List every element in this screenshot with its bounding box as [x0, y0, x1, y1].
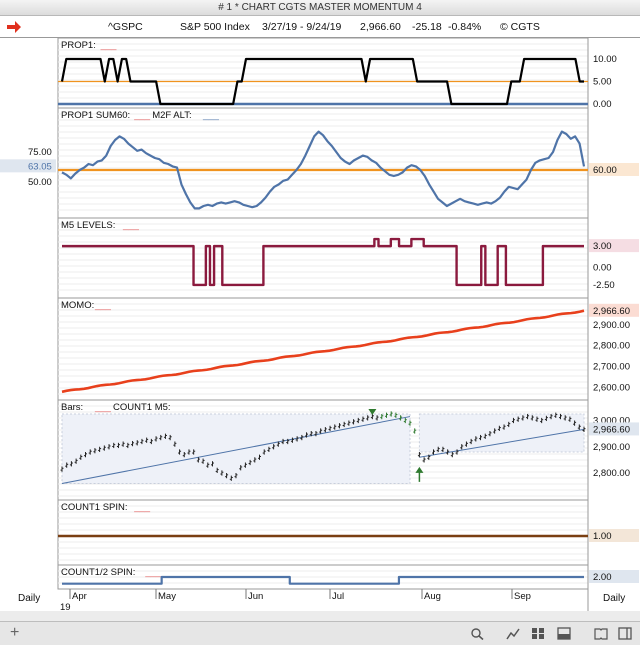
line-chart-icon[interactable] [506, 627, 520, 640]
percent-change: -0.84% [448, 21, 482, 33]
sum60-left-tick: 50.00 [28, 177, 52, 188]
symbol-info-bar: ^GSPC S&P 500 Index 3/27/19 - 9/24/19 2,… [0, 16, 640, 38]
panel-4-frame [57, 297, 589, 401]
window-title: # 1 * CHART CGTS MASTER MOMENTUM 4 [0, 0, 640, 16]
month-label-aug: Aug [424, 591, 441, 602]
axis-tick-label: 2,600.00 [593, 383, 630, 394]
axis-tick-label: 2,700.00 [593, 362, 630, 373]
momo-value-label: 2,966.60 [593, 306, 630, 317]
panel-2-swatch: ___ [133, 110, 151, 121]
red-arrow-icon[interactable] [6, 20, 22, 34]
count12-spin-value: 2.00 [593, 572, 612, 583]
count-region-2 [418, 413, 585, 453]
symbol: ^GSPC [108, 21, 143, 33]
month-label-jun: Jun [248, 591, 263, 602]
panel-6-swatch: ___ [133, 502, 151, 513]
panel-2-title2: M2F ALT: [152, 110, 191, 121]
period-left[interactable]: Daily [18, 593, 40, 604]
panel-5-title2: COUNT1 M5: [113, 402, 171, 413]
bars-value-label: 2,966.60 [593, 424, 630, 435]
axis-tick-label: 0.00 [593, 262, 612, 273]
plus-icon[interactable]: + [10, 624, 19, 642]
panel-2-frame [57, 107, 589, 219]
panel-6-title: COUNT1 SPIN: [61, 502, 128, 513]
year-label: 19 [60, 602, 71, 611]
sum60-value-label: 63.05 [28, 161, 52, 172]
month-label-sep: Sep [514, 591, 531, 602]
chart-area[interactable]: PROP1: ___ 10.00 5.00 0.00 PROP1 SUM60: ___ M2F… [0, 38, 640, 611]
period-right[interactable]: Daily [603, 593, 625, 604]
panel-2-swatch2: ___ [202, 110, 220, 121]
panel-7-swatch: ___ [144, 567, 162, 578]
axis-tick-label: 5.00 [593, 77, 612, 88]
panel-2-title: PROP1 SUM60: [61, 110, 130, 121]
panel-icon[interactable] [557, 627, 571, 640]
month-label-jul: Jul [332, 591, 344, 602]
symbol-name: S&P 500 Index [180, 21, 250, 33]
panel-5-title: Bars: [61, 402, 83, 413]
panel-4-title: MOMO: [61, 300, 94, 311]
last-price: 2,966.60 [360, 21, 401, 33]
chart-panels[interactable]: PROP1: ___10.005.000.00PROP1 SUM60: ___ M2F… [0, 38, 640, 611]
axis-tick-label: 0.00 [593, 99, 612, 110]
date-range: 3/27/19 - 9/24/19 [262, 21, 342, 33]
sum60-ref-label: 60.00 [593, 165, 617, 176]
month-label-apr: Apr [72, 591, 87, 602]
axis-tick-label: 2,800.00 [593, 341, 630, 352]
axis-tick-label: 2,900.00 [593, 320, 630, 331]
copyright: © CGTS [500, 21, 540, 33]
axis-tick-label: -2.50 [593, 280, 615, 291]
axis-tick-label: 10.00 [593, 54, 617, 65]
panel-5-swatch: ___ [94, 402, 112, 413]
m5-value-label: 3.00 [593, 241, 612, 252]
grid-icon[interactable] [531, 627, 545, 640]
panel-4-swatch: ___ [94, 300, 112, 311]
panel-7-title: COUNT1/2 SPIN: [61, 567, 135, 578]
book-icon[interactable] [594, 627, 608, 640]
panel-1-title: PROP1: [61, 40, 96, 51]
month-label-may: May [158, 591, 176, 602]
search-icon[interactable] [470, 627, 484, 640]
panel-1-swatch: ___ [100, 40, 118, 51]
panel-3-title: M5 LEVELS: [61, 220, 115, 231]
panel-3-swatch: ___ [122, 220, 140, 231]
axis-tick-label: 2,900.00 [593, 442, 630, 453]
price-change: -25.18 [412, 21, 442, 33]
sum60-left-tick: 75.00 [28, 147, 52, 158]
sidebar-icon[interactable] [618, 627, 632, 640]
axis-tick-label: 2,800.00 [593, 468, 630, 479]
bottom-toolbar: + [0, 621, 640, 645]
count1-spin-value: 1.00 [593, 531, 612, 542]
